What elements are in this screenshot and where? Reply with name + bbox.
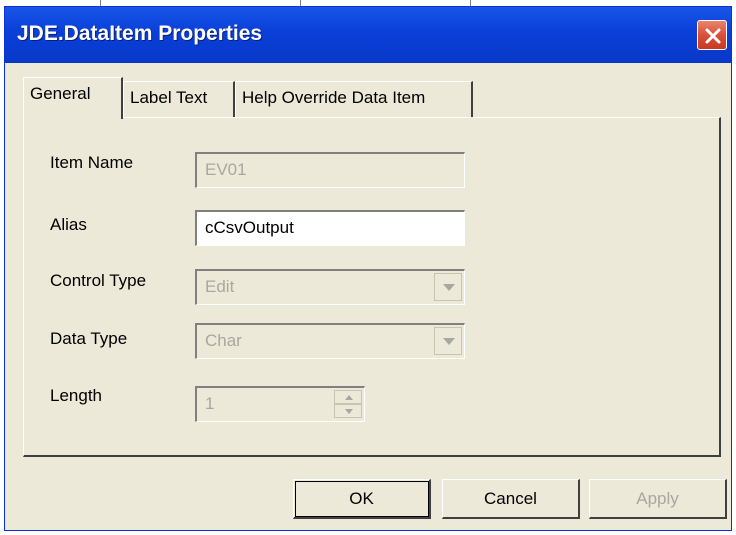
control-type-select: Edit xyxy=(195,269,465,305)
tab-label-text[interactable]: Label Text xyxy=(123,81,235,117)
properties-dialog: JDE.DataItem Properties General Label Te… xyxy=(4,6,732,531)
data-type-dropdown-button xyxy=(434,327,462,355)
length-spinner: 1 xyxy=(195,386,365,422)
chevron-down-icon xyxy=(443,284,455,291)
chevron-down-icon xyxy=(443,338,455,345)
item-name-label: Item Name xyxy=(50,153,134,172)
alias-value: cCsvOutput xyxy=(205,218,294,237)
cancel-button[interactable]: Cancel xyxy=(442,479,580,519)
length-value: 1 xyxy=(205,394,215,413)
item-name-value: EV01 xyxy=(205,160,247,179)
control-type-dropdown-button xyxy=(434,273,462,301)
close-icon xyxy=(705,28,721,44)
length-label: Length xyxy=(50,386,102,405)
data-type-label: Data Type xyxy=(50,329,128,348)
title-bar[interactable]: JDE.DataItem Properties xyxy=(5,7,731,63)
spin-down-button xyxy=(334,404,362,418)
close-button[interactable] xyxy=(697,20,727,50)
alias-label: Alias xyxy=(50,215,87,234)
length-spin-buttons xyxy=(334,390,362,418)
arrow-up-icon xyxy=(345,395,353,400)
spin-up-button xyxy=(334,390,362,404)
dialog-title: JDE.DataItem Properties xyxy=(17,22,263,45)
ok-button[interactable]: OK xyxy=(293,479,431,519)
tab-help-override-data-item[interactable]: Help Override Data Item xyxy=(235,81,473,117)
alias-input[interactable]: cCsvOutput xyxy=(195,210,465,246)
data-type-value: Char xyxy=(205,331,242,350)
apply-button: Apply xyxy=(589,479,727,519)
arrow-down-icon xyxy=(345,409,353,414)
control-type-value: Edit xyxy=(205,277,235,296)
tab-general[interactable]: General xyxy=(23,77,123,119)
item-name-field: EV01 xyxy=(195,152,465,188)
control-type-label: Control Type xyxy=(50,271,147,290)
data-type-select: Char xyxy=(195,323,465,359)
